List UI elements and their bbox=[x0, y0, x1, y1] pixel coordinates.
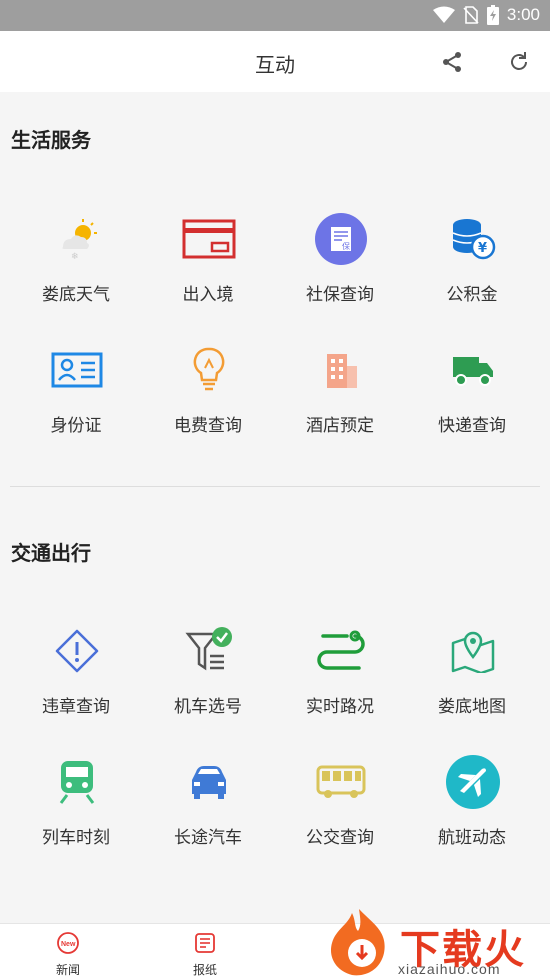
svg-text:¥: ¥ bbox=[478, 241, 487, 256]
status-time: 3:00 bbox=[506, 5, 540, 24]
wifi-icon bbox=[432, 6, 455, 23]
coins-icon: ¥ bbox=[452, 219, 496, 260]
service-label: 违章查询 bbox=[42, 697, 110, 717]
service-train[interactable]: 列车时刻 bbox=[10, 755, 142, 865]
service-plate-select[interactable]: 机车选号 bbox=[142, 624, 274, 734]
service-flight[interactable]: 航班动态 bbox=[406, 755, 538, 865]
app-bar: 互动 bbox=[0, 31, 550, 92]
news-badge: New bbox=[61, 941, 76, 948]
service-electricity[interactable]: 电费查询 bbox=[142, 343, 274, 453]
status-bar: 3:00 bbox=[0, 0, 550, 31]
plane-icon bbox=[446, 755, 500, 809]
battery-icon bbox=[486, 5, 499, 25]
tab-news[interactable]: New 新闻 bbox=[38, 932, 98, 978]
service-express[interactable]: 快递查询 bbox=[406, 343, 538, 453]
section-title-transport: 交通出行 bbox=[11, 541, 91, 565]
tab-label: 新闻 bbox=[55, 963, 80, 977]
page-title: 互动 bbox=[255, 53, 295, 77]
service-hotel[interactable]: 酒店预定 bbox=[274, 343, 406, 453]
tab-label: 报纸 bbox=[192, 963, 217, 977]
service-traffic[interactable]: 实时路况 bbox=[274, 624, 406, 734]
service-label: 娄底地图 bbox=[438, 697, 506, 717]
service-long-bus[interactable]: 长途汽车 bbox=[142, 755, 274, 865]
service-bus[interactable]: 公交查询 bbox=[274, 755, 406, 865]
hotel-icon bbox=[327, 354, 357, 388]
watermark-url: xiazaihuo.com bbox=[398, 961, 501, 977]
service-city-map[interactable]: 娄底地图 bbox=[406, 624, 538, 734]
service-label: 社保查询 bbox=[306, 285, 374, 305]
filter-check-icon bbox=[185, 627, 232, 671]
service-label: 公积金 bbox=[446, 285, 498, 305]
service-housing-fund[interactable]: ¥ 公积金 bbox=[406, 212, 538, 322]
service-label: 机车选号 bbox=[174, 697, 242, 717]
warning-icon bbox=[55, 629, 99, 673]
service-label: 快递查询 bbox=[438, 416, 506, 436]
card-icon bbox=[182, 219, 236, 259]
service-label: 娄底天气 bbox=[42, 285, 110, 305]
share-icon[interactable] bbox=[440, 50, 464, 74]
bus-icon bbox=[316, 765, 366, 798]
service-label: 电费查询 bbox=[174, 416, 242, 436]
bulb-icon bbox=[193, 347, 225, 391]
service-label: 长途汽车 bbox=[174, 828, 242, 848]
newspaper-icon bbox=[195, 933, 215, 953]
social-security-icon: 保 bbox=[315, 213, 367, 265]
no-sim-icon bbox=[463, 6, 479, 24]
route-icon bbox=[317, 630, 365, 670]
id-card-icon bbox=[51, 352, 103, 388]
service-label: 酒店预定 bbox=[306, 416, 374, 436]
weather-icon: ❄ bbox=[62, 219, 97, 261]
service-label: 航班动态 bbox=[438, 828, 506, 848]
service-exit-entry[interactable]: 出入境 bbox=[142, 212, 274, 322]
watermark: 下载火 xiazaihuo.com bbox=[322, 905, 550, 979]
service-weather[interactable]: ❄ 娄底天气 bbox=[10, 212, 142, 322]
service-label: 实时路况 bbox=[306, 697, 374, 717]
watermark-logo-icon bbox=[330, 909, 385, 976]
section-title-life-services: 生活服务 bbox=[11, 128, 91, 152]
refresh-icon[interactable] bbox=[507, 50, 531, 74]
service-label: 身份证 bbox=[50, 416, 102, 436]
car-icon bbox=[192, 766, 226, 799]
service-social-security[interactable]: 保 社保查询 bbox=[274, 212, 406, 322]
news-icon: New bbox=[57, 932, 79, 954]
svg-text:❄: ❄ bbox=[71, 252, 79, 261]
section-divider bbox=[10, 486, 540, 487]
service-id-card[interactable]: 身份证 bbox=[10, 343, 142, 453]
truck-icon bbox=[453, 357, 493, 386]
service-label: 公交查询 bbox=[306, 828, 374, 848]
service-label: 出入境 bbox=[182, 285, 234, 305]
train-icon bbox=[59, 761, 95, 804]
service-violation[interactable]: 违章查询 bbox=[10, 624, 142, 734]
svg-text:保: 保 bbox=[342, 241, 350, 251]
tab-newspaper[interactable]: 报纸 bbox=[175, 932, 235, 978]
service-label: 列车时刻 bbox=[42, 828, 110, 848]
map-icon bbox=[451, 631, 495, 673]
